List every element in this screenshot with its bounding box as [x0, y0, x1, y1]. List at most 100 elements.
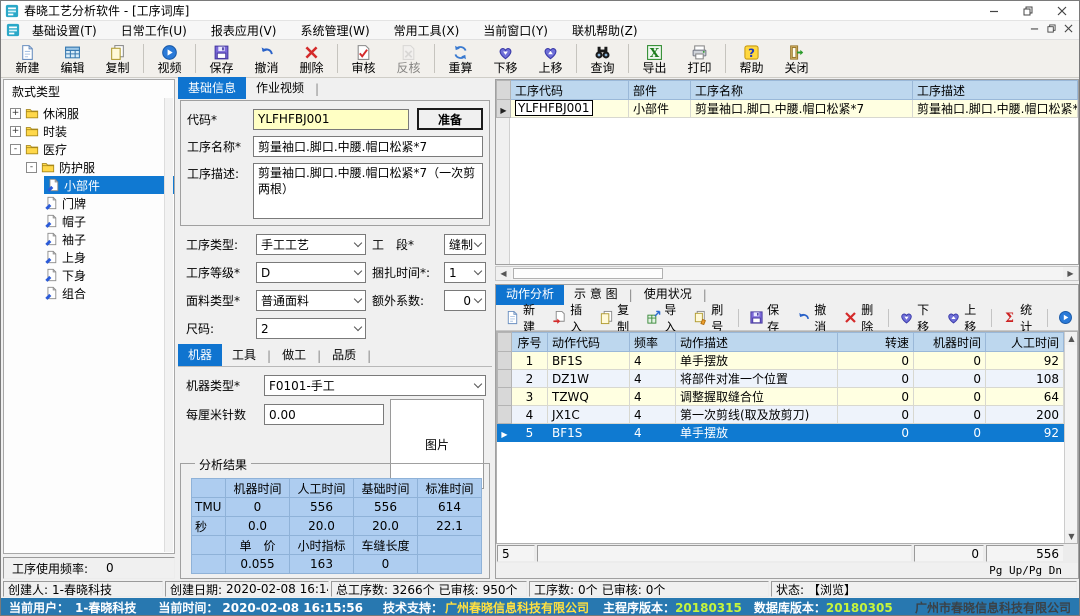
close-button[interactable] [1045, 1, 1079, 20]
tree-item-upper-body[interactable]: 上身 [4, 248, 174, 266]
scroll-up-icon[interactable]: ▲ [1065, 332, 1078, 345]
button-label: 上移 [964, 301, 981, 335]
action-row[interactable]: 3 TZWQ 4 调整握取缝合位 0 0 64 [498, 388, 1064, 406]
tab-quality[interactable]: 品质 [322, 344, 366, 366]
frequency-cell: 4 [630, 388, 676, 406]
undo-button[interactable]: 撤消 [244, 40, 289, 77]
minimize-button[interactable] [977, 1, 1011, 20]
machine-type-select[interactable]: F0101-手工 [264, 375, 486, 396]
menu-daily-work[interactable]: 日常工作(U) [109, 21, 199, 39]
col-header-frequency[interactable]: 频率 [630, 333, 676, 352]
process-grade-select[interactable]: D [256, 262, 366, 283]
scrollbar-thumb[interactable] [513, 268, 663, 279]
scroll-left-icon[interactable]: ◀ [496, 267, 511, 280]
tree-item-protective-clothing[interactable]: - 防护服 [4, 158, 174, 176]
col-header-action-desc[interactable]: 动作描述 [676, 333, 838, 352]
tab-work-video[interactable]: 作业视频 [246, 77, 314, 99]
menu-system-admin[interactable]: 系统管理(W) [288, 21, 381, 39]
print-button[interactable]: 打印 [677, 40, 722, 77]
edit-button[interactable]: 编辑 [50, 40, 95, 77]
copy-button[interactable]: 复制 [95, 40, 140, 77]
tree-item-combination[interactable]: 组合 [4, 284, 174, 302]
col-header-action-code[interactable]: 动作代码 [548, 333, 630, 352]
save-button[interactable]: 保存 [199, 40, 244, 77]
process-name-input[interactable]: 剪量袖口.脚口.中腰.帽口松紧*7 [253, 136, 483, 157]
prepare-button[interactable]: 准备 [417, 108, 483, 130]
tree-item-medical[interactable]: - 医疗 [4, 140, 174, 158]
help-button[interactable]: 帮助 [729, 40, 774, 77]
col-header-process-code[interactable]: 工序代码 [511, 81, 629, 100]
recalculate-button[interactable]: 重算 [438, 40, 483, 77]
process-desc-input[interactable]: 剪量袖口.脚口.中腰.帽口松紧*7（一次剪两根） [253, 163, 483, 219]
button-label: 编辑 [60, 62, 84, 74]
scroll-right-icon[interactable]: ▶ [1063, 267, 1078, 280]
tree-item-lower-body[interactable]: 下身 [4, 266, 174, 284]
menu-common-tools[interactable]: 常用工具(X) [382, 21, 472, 39]
tree-scrollbar[interactable] [164, 98, 173, 552]
tree-item-label: 下身 [62, 267, 86, 284]
tree-item-small-parts[interactable]: 小部件 [4, 176, 174, 194]
summary-labor-total: 556 [986, 545, 1064, 562]
tree-item-sleeve[interactable]: 袖子 [4, 230, 174, 248]
move-down-button[interactable]: 下移 [483, 40, 528, 77]
new-button[interactable]: 新建 [5, 40, 50, 77]
tab-tools[interactable]: 工具 [222, 344, 266, 366]
import-icon [646, 310, 661, 325]
tab-workmanship[interactable]: 做工 [272, 344, 316, 366]
bundle-time-select[interactable]: 1 [444, 262, 486, 283]
horizontal-scrollbar[interactable]: ◀ ▶ [495, 266, 1079, 281]
restore-button[interactable] [1011, 1, 1045, 20]
col-header-process-desc[interactable]: 工序描述 [913, 81, 1078, 100]
tree-item-door-plate[interactable]: 门牌 [4, 194, 174, 212]
extra-factor-spinner[interactable]: 0 [444, 290, 486, 311]
process-code-cell[interactable]: YLFHFBJ001 [515, 100, 593, 116]
machine-type-label: 机器类型* [186, 377, 264, 394]
action-play-button[interactable] [1053, 308, 1078, 327]
stitches-per-cm-input[interactable]: 0.00 [264, 404, 384, 425]
tree-item-hat[interactable]: 帽子 [4, 212, 174, 230]
code-input[interactable]: YLFHFBJ001 [253, 109, 409, 130]
seq-cell: 3 [512, 388, 548, 406]
tab-basic-info[interactable]: 基础信息 [178, 77, 246, 99]
col-header-machine-time[interactable]: 机器时间 [914, 333, 986, 352]
expand-icon[interactable]: - [26, 162, 37, 173]
col-header-seq[interactable]: 序号 [512, 333, 548, 352]
tab-machine[interactable]: 机器 [178, 344, 222, 366]
action-row[interactable]: 4 JX1C 4 第一次剪线(取及放剪刀) 0 0 200 [498, 406, 1064, 424]
close-form-button[interactable]: 关闭 [774, 40, 819, 77]
button-label: 重算 [448, 62, 472, 74]
mdi-close-icon[interactable] [1064, 24, 1073, 36]
size-select[interactable]: 2 [256, 318, 366, 339]
col-header-process-name[interactable]: 工序名称 [691, 81, 913, 100]
col-header-part[interactable]: 部件 [629, 81, 691, 100]
mdi-minimize-icon[interactable] [1030, 24, 1039, 36]
col-header-speed[interactable]: 转速 [838, 333, 914, 352]
expand-icon[interactable]: + [10, 108, 21, 119]
delete-button[interactable]: 删除 [289, 40, 334, 77]
search-button[interactable]: 查询 [580, 40, 625, 77]
export-button[interactable]: 导出 [632, 40, 677, 77]
process-type-select[interactable]: 手工工艺 [256, 234, 366, 255]
menu-reports[interactable]: 报表应用(V) [199, 21, 289, 39]
menu-current-window[interactable]: 当前窗口(Y) [471, 21, 560, 39]
menu-basic-settings[interactable]: 基础设置(T) [20, 21, 109, 39]
expand-icon[interactable]: + [10, 126, 21, 137]
expand-icon[interactable]: - [10, 144, 21, 155]
tree-item-fashion[interactable]: + 时装 [4, 122, 174, 140]
action-row[interactable]: 1 BF1S 4 单手摆放 0 0 92 [498, 352, 1064, 370]
menu-online-help[interactable]: 联机帮助(Z) [560, 21, 650, 39]
action-row[interactable]: 2 DZ1W 4 将部件对准一个位置 0 0 108 [498, 370, 1064, 388]
work-section-select[interactable]: 缝制 [444, 234, 486, 255]
vertical-scrollbar[interactable]: ▲ ▼ [1064, 332, 1077, 543]
audit-button[interactable]: 审核 [341, 40, 386, 77]
tree-item-casualwear[interactable]: + 休闲服 [4, 104, 174, 122]
move-up-button[interactable]: 上移 [528, 40, 573, 77]
process-table-row[interactable]: ▶ YLFHFBJ001 小部件 剪量袖口.脚口.中腰.帽口松紧*7 剪量袖口.… [497, 100, 1078, 118]
toolbar-separator [576, 44, 577, 73]
action-row-selected[interactable]: ▶ 5 BF1S 4 单手摆放 0 0 92 [498, 424, 1064, 442]
mdi-restore-icon[interactable] [1047, 24, 1056, 36]
fabric-type-select[interactable]: 普通面料 [256, 290, 366, 311]
col-header-labor-time[interactable]: 人工时间 [986, 333, 1064, 352]
scroll-down-icon[interactable]: ▼ [1065, 530, 1078, 543]
video-button[interactable]: 视频 [147, 40, 192, 77]
